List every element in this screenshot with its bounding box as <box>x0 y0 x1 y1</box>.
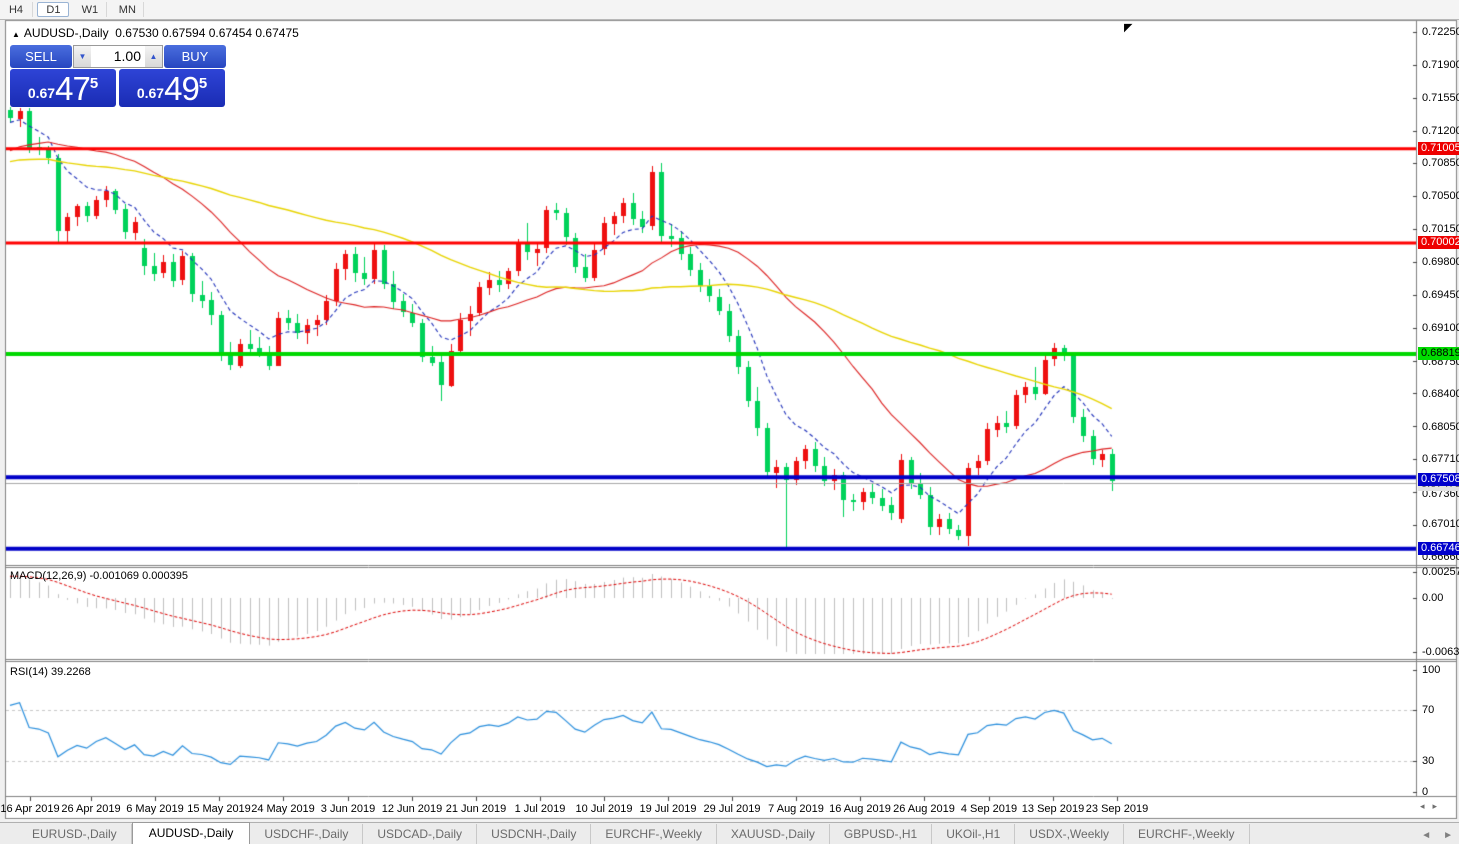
symbol-tab-bar: EURUSD-,Daily AUDUSD-,Daily USDCHF-,Dail… <box>0 822 1459 844</box>
buy-price-panel[interactable]: 0.67 49 5 <box>119 69 225 107</box>
tab-usdchf-daily[interactable]: USDCHF-,Daily <box>250 824 364 844</box>
time-axis-label: 3 Jun 2019 <box>320 803 376 815</box>
support-price-badge: 0.66746 <box>1418 542 1459 555</box>
time-axis-label: 12 Jun 2019 <box>381 803 443 815</box>
tab-usdx-weekly[interactable]: USDX-,Weekly <box>1015 824 1125 844</box>
price-axis-label: 0.68050 <box>1422 421 1459 433</box>
time-axis-label: 16 Apr 2019 <box>0 803 60 815</box>
time-axis-label: 26 Aug 2019 <box>893 803 955 815</box>
buy-price-prefix: 0.67 <box>136 85 165 101</box>
volume-input[interactable]: 1.00 <box>91 46 145 67</box>
tab-scroll-left-icon[interactable]: ◄ <box>1415 827 1437 844</box>
timeframe-button-w1[interactable]: W1 <box>74 2 107 17</box>
time-axis-label: 1 Jul 2019 <box>514 803 566 815</box>
price-axis-label: 0.68400 <box>1422 388 1459 400</box>
time-axis-label: 4 Sep 2019 <box>960 803 1018 815</box>
price-axis-label: 0.67010 <box>1422 518 1459 530</box>
rsi-indicator-label: RSI(14) 39.2268 <box>10 666 91 678</box>
time-axis-label: 24 May 2019 <box>251 803 315 815</box>
sell-price-panel[interactable]: 0.67 47 5 <box>10 69 116 107</box>
tab-usdcnh-daily[interactable]: USDCNH-,Daily <box>477 824 592 844</box>
tab-eurchf-weekly[interactable]: EURCHF-,Weekly <box>591 824 717 844</box>
sell-price-big-digits: 47 <box>55 70 91 107</box>
timeframe-button-h4[interactable]: H4 <box>0 2 33 17</box>
volume-decrease-icon[interactable]: ▼ <box>74 46 91 67</box>
timeframe-button-d1[interactable]: D1 <box>37 2 70 17</box>
time-axis-label: 16 Aug 2019 <box>829 803 891 815</box>
price-axis-label: 0.71200 <box>1422 125 1459 137</box>
tab-eurchf-weekly-2[interactable]: EURCHF-,Weekly <box>1124 824 1250 844</box>
tab-xauusd-daily[interactable]: XAUUSD-,Daily <box>717 824 830 844</box>
tab-scroll-right-icon[interactable]: ► <box>1437 827 1459 844</box>
buy-price-big-digits: 49 <box>164 70 200 107</box>
chart-symbol-label: AUDUSD-,Daily <box>23 26 109 40</box>
macd-axis-label: 0.002574 <box>1422 566 1459 578</box>
chart-title: ▲ AUDUSD-,Daily 0.67530 0.67594 0.67454 0… <box>12 26 299 40</box>
time-axis-label: 29 Jul 2019 <box>703 803 761 815</box>
time-axis-label: 21 Jun 2019 <box>445 803 507 815</box>
price-axis-label: 0.71550 <box>1422 92 1459 104</box>
time-axis-scroll-arrows[interactable]: ◂▸ <box>1420 801 1445 812</box>
time-axis-label: 13 Sep 2019 <box>1021 803 1085 815</box>
tab-gbpusd-h1[interactable]: GBPUSD-,H1 <box>830 824 933 844</box>
timeframe-button-mn[interactable]: MN <box>111 2 145 17</box>
one-click-panel-toggle-icon[interactable]: ▲ <box>12 30 20 39</box>
price-axis-label: 0.70150 <box>1422 223 1459 235</box>
macd-axis-label: 0.00 <box>1422 592 1444 604</box>
resistance-price-badge: 0.70002 <box>1418 236 1459 249</box>
one-click-trading-panel: SELL ▼ 1.00 ▲ BUY 0.67 47 5 0.67 49 5 <box>10 45 226 107</box>
price-axis-label: 0.69450 <box>1422 289 1459 301</box>
price-axis-label: 0.71900 <box>1422 59 1459 71</box>
tab-audusd-daily[interactable]: AUDUSD-,Daily <box>131 822 251 844</box>
price-axis-label: 0.70500 <box>1422 190 1459 202</box>
support-price-badge: 0.67508 <box>1418 473 1459 486</box>
buy-button[interactable]: BUY <box>164 45 226 68</box>
sell-price-prefix: 0.67 <box>27 85 56 101</box>
tab-usdcad-daily[interactable]: USDCAD-,Daily <box>363 824 478 844</box>
sell-button[interactable]: SELL <box>10 45 72 68</box>
time-axis-label: 23 Sep 2019 <box>1085 803 1149 815</box>
time-axis-label: 15 May 2019 <box>187 803 251 815</box>
price-axis-label: 0.72250 <box>1422 26 1459 38</box>
price-axis-label: 0.70850 <box>1422 157 1459 169</box>
time-axis-label: 19 Jul 2019 <box>639 803 697 815</box>
time-axis-label: 6 May 2019 <box>126 803 184 815</box>
time-axis-label: 26 Apr 2019 <box>61 803 121 815</box>
rsi-axis-label: 70 <box>1422 704 1435 716</box>
volume-stepper: ▼ 1.00 ▲ <box>73 45 163 68</box>
macd-axis-label: -0.006326 <box>1422 646 1459 658</box>
price-axis-label: 0.69800 <box>1422 256 1459 268</box>
support-price-badge: 0.68819 <box>1418 347 1459 360</box>
volume-increase-icon[interactable]: ▲ <box>145 46 162 67</box>
chart-ohlc-values: 0.67530 0.67594 0.67454 0.67475 <box>115 26 299 40</box>
rsi-axis-label: 0 <box>1422 786 1429 798</box>
resistance-price-badge: 0.71005 <box>1418 142 1459 155</box>
tab-eurusd-daily[interactable]: EURUSD-,Daily <box>18 824 132 844</box>
sell-price-pipette: 5 <box>89 75 99 92</box>
mouse-cursor-icon: ◤ <box>1124 22 1133 34</box>
tab-ukoil-h1[interactable]: UKOil-,H1 <box>932 824 1016 844</box>
price-chart-canvas[interactable] <box>0 0 1459 844</box>
macd-indicator-label: MACD(12,26,9) -0.001069 0.000395 <box>10 570 188 582</box>
rsi-axis-label: 30 <box>1422 755 1435 767</box>
price-axis-label: 0.69100 <box>1422 322 1459 334</box>
time-axis-label: 10 Jul 2019 <box>575 803 633 815</box>
time-axis-label: 7 Aug 2019 <box>768 803 824 815</box>
buy-price-pipette: 5 <box>198 75 208 92</box>
rsi-axis-label: 100 <box>1422 664 1441 676</box>
timeframe-toolbar: H4 D1 W1 MN <box>0 0 1459 20</box>
price-axis-label: 0.67710 <box>1422 453 1459 465</box>
